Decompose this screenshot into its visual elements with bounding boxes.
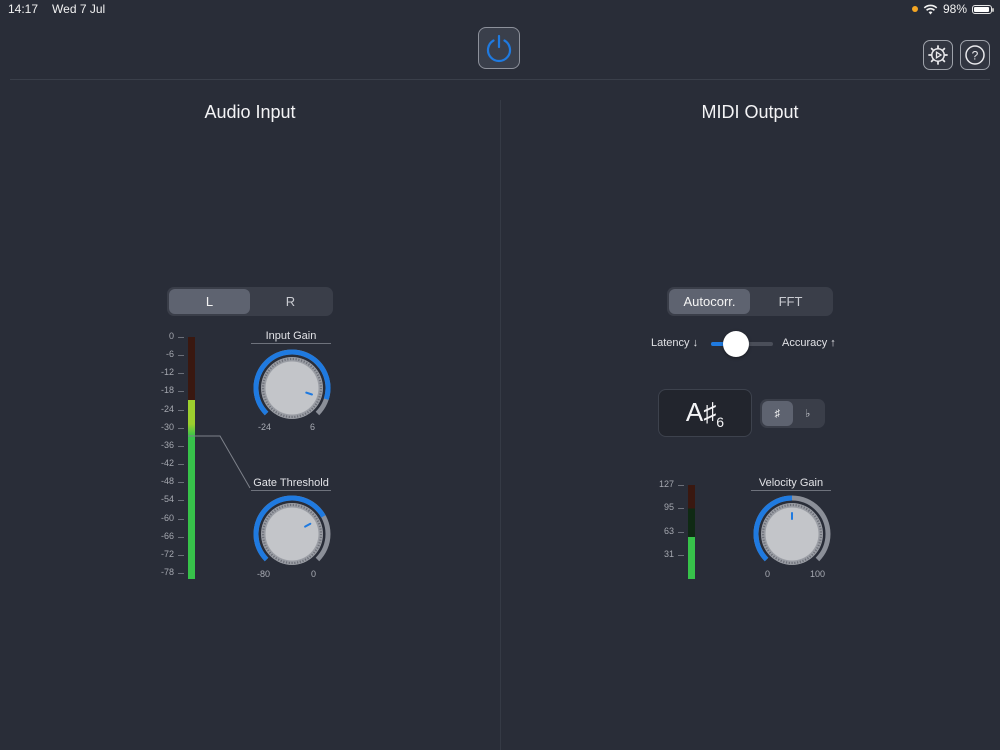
power-icon [486,34,512,63]
meter-tick-mark [178,536,184,538]
battery-icon [972,4,994,14]
velocity-meter-scale: 127 95 63 31 [648,479,688,580]
meter-tick-mark [178,373,184,375]
algorithm-tab-fft[interactable]: FFT [750,289,831,314]
note-name: A♯ [685,396,717,427]
knob-face [265,507,319,561]
meter-tick-mark [178,464,184,466]
knob-face [265,361,319,415]
meter-tick-mark [178,518,184,520]
panel-divider [500,100,501,750]
meter-tick-label: -36 [160,439,174,450]
latency-accuracy-slider[interactable] [711,331,773,357]
meter-tick-label: -18 [160,385,174,396]
velocity-gain-knob[interactable] [752,494,832,574]
status-time: 14:17 [8,2,39,16]
meter-tick-label: 95 [663,502,674,513]
input-meter-scale: 0 -6 -12 -18 -24 -30 -36 -42 -48 -54 -60 -66 -72 -78 [148,331,188,582]
input-gain-label: Input Gain [251,330,331,344]
svg-text:?: ? [972,49,979,63]
gate-threshold-label: Gate Threshold [251,477,331,491]
algorithm-segmented-control: Autocorr. FFT [667,287,833,316]
note-octave: 6 [716,413,725,430]
meter-tick-label: 31 [663,548,674,559]
meter-tick-label: 127 [658,479,674,489]
help-icon: ? [965,45,985,65]
battery-percent: 98% [942,2,967,16]
slider-thumb[interactable] [722,331,749,357]
midi-output-title: MIDI Output [701,102,799,122]
meter-tick-mark [178,554,184,556]
mic-indicator-icon [911,6,918,12]
meter-tick-mark [678,508,684,510]
settings-icon [928,45,948,65]
velocity-gain-min: 0 [765,569,771,579]
input-gain-max: 6 [310,422,316,432]
meter-tick-label: -48 [160,476,174,487]
meter-tick-mark [178,409,184,411]
meter-tick-mark [678,485,684,486]
status-bar-right: 98% [911,2,994,16]
channel-tab-right[interactable]: R [250,289,331,314]
meter-tick-label: -78 [160,566,174,577]
meter-tick-mark [178,500,184,502]
gate-threshold-knob[interactable] [252,494,332,574]
meter-tick-mark [178,391,184,393]
meter-tick-label: -24 [160,403,174,414]
velocity-level-meter [688,485,695,579]
help-button[interactable]: ? [960,40,990,70]
velocity-level-fill [688,536,695,579]
meter-tick-mark [178,355,184,357]
meter-tick-label: -30 [160,421,174,432]
meter-tick-label: -54 [160,494,174,505]
status-date: Wed 7 Jul [52,2,106,16]
velocity-gain-max: 100 [810,569,826,579]
power-button[interactable] [478,27,520,69]
meter-tick-mark [178,572,184,574]
meter-tick-mark [178,337,184,338]
gate-threshold-min: -80 [257,569,271,579]
gate-marker-line [188,435,251,489]
detected-note-display: A♯6 [658,389,752,437]
meter-tick-label: -72 [160,548,174,559]
wifi-icon [923,4,938,14]
velocity-gain-label: Velocity Gain [751,477,831,491]
accidental-segmented-control: ♯ ♭ [760,399,825,428]
channel-segmented-control: L R [167,287,333,316]
meter-tick-mark [678,531,684,533]
accidental-tab-flat[interactable]: ♭ [793,401,824,426]
meter-tick-label: 0 [168,331,174,341]
gate-threshold-max: 0 [311,569,317,579]
meter-tick-label: -6 [165,349,174,360]
meter-tick-mark [178,445,184,447]
meter-tick-label: 63 [663,525,674,536]
meter-tick-mark [178,482,184,484]
meter-tick-mark [178,427,184,429]
latency-label: Latency ↓ [651,337,699,349]
meter-tick-label: -42 [160,458,174,469]
channel-tab-left[interactable]: L [169,289,250,314]
audio-input-title: Audio Input [204,102,296,122]
algorithm-tab-autocorr[interactable]: Autocorr. [669,289,750,314]
meter-tick-label: -66 [160,530,174,541]
settings-button[interactable] [923,40,953,70]
meter-tick-label: -60 [160,512,174,523]
meter-tick-mark [678,554,684,556]
toolbar-divider [10,79,990,80]
accidental-tab-sharp[interactable]: ♯ [762,401,793,426]
meter-tick-label: -12 [160,367,174,378]
input-gain-knob[interactable] [252,348,332,428]
accuracy-label: Accuracy ↑ [782,337,836,349]
status-bar-left: 14:17 Wed 7 Jul [8,2,119,16]
input-gain-min: -24 [258,422,272,432]
